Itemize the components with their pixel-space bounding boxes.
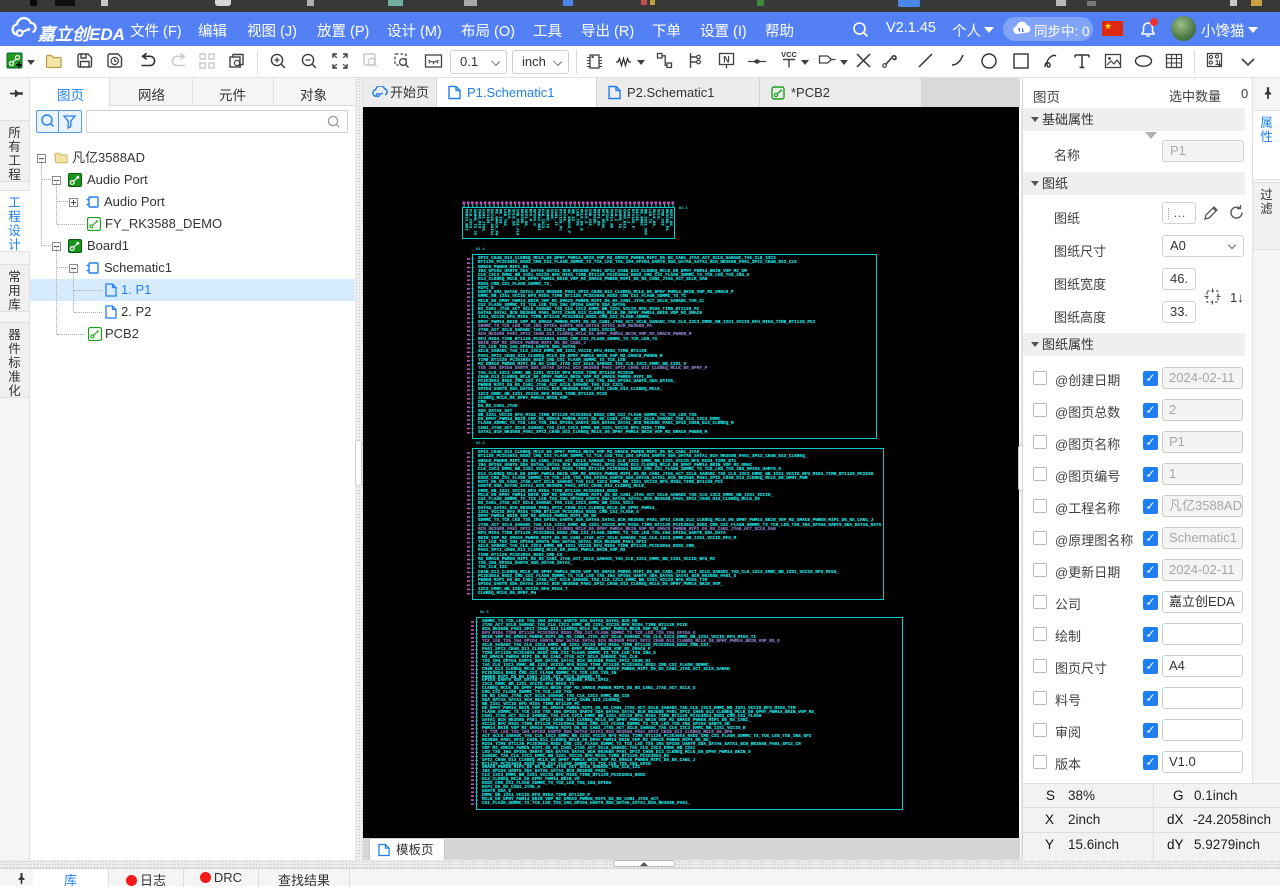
svg-text:N: N bbox=[723, 55, 730, 65]
svg-text:VCC: VCC bbox=[781, 50, 797, 59]
svg-text:1: 1 bbox=[1215, 58, 1219, 67]
